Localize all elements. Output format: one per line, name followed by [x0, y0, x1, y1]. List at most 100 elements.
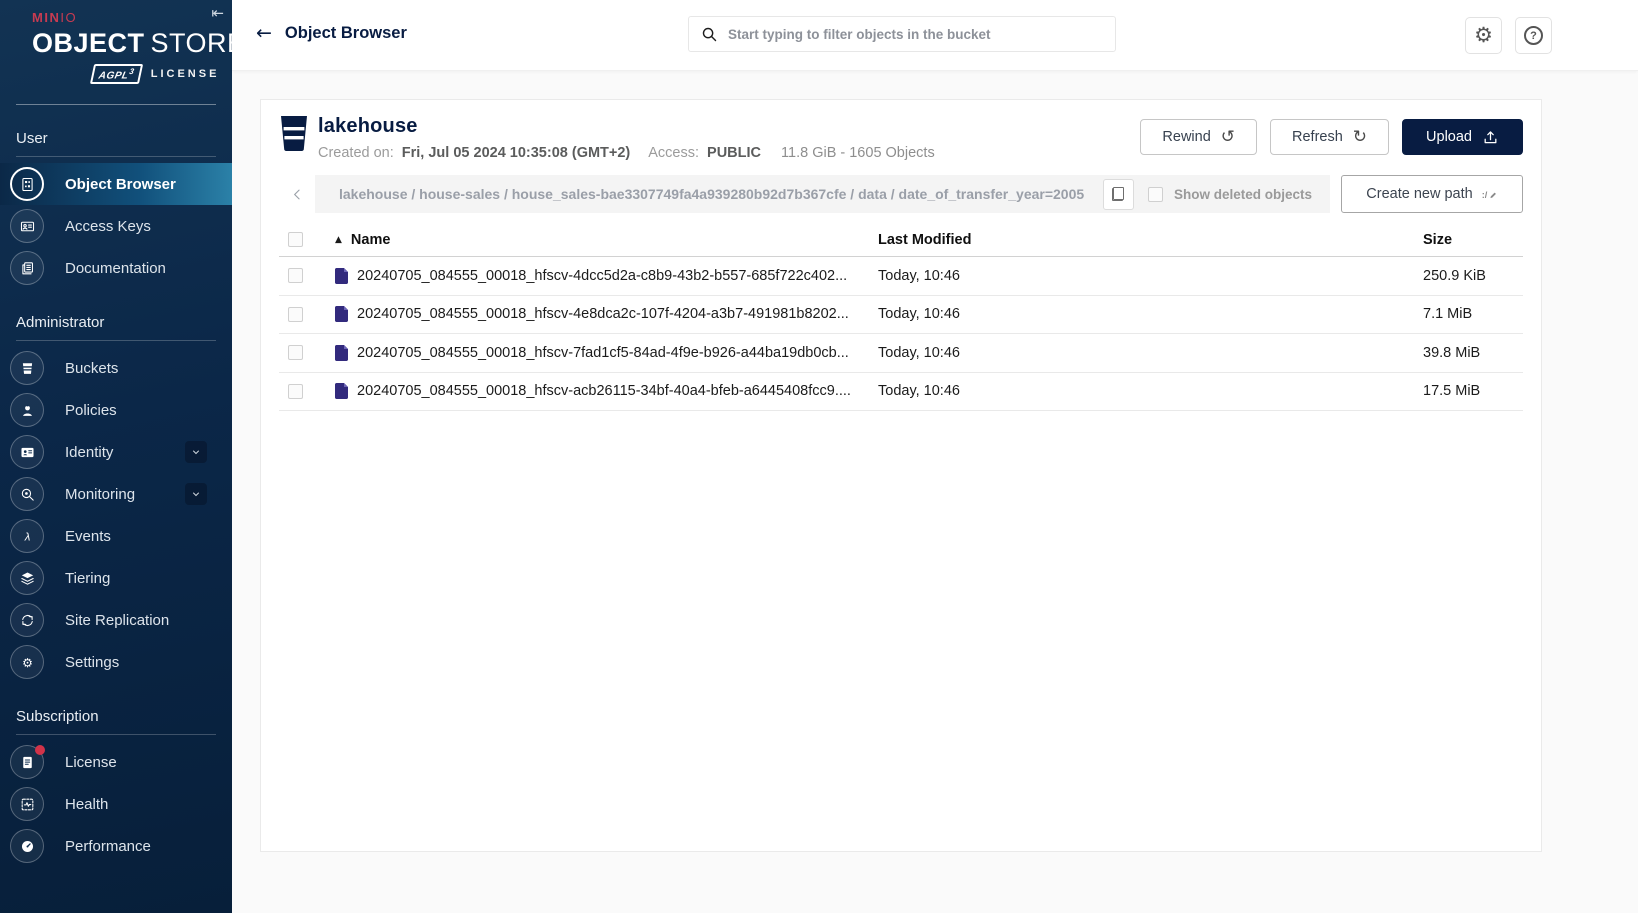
table-row[interactable]: 20240705_084555_00018_hfscv-acb26115-34b…	[279, 373, 1523, 412]
sidebar-collapse-icon[interactable]: ⇤	[211, 4, 224, 22]
bucket-header: lakehouse Created on: Fri, Jul 05 2024 1…	[279, 115, 1523, 161]
copy-path-button[interactable]	[1103, 179, 1134, 210]
column-header-size[interactable]: Size	[1423, 232, 1523, 248]
object-last-modified: Today, 10:46	[878, 345, 1423, 361]
row-checkbox[interactable]	[288, 384, 303, 399]
object-size: 17.5 MiB	[1423, 383, 1523, 399]
gear-icon: ⚙	[1474, 25, 1493, 46]
file-icon	[335, 345, 348, 361]
sidebar-nav: UserObject BrowserAccess KeysDocumentati…	[0, 105, 232, 867]
sidebar-item-label: Events	[65, 528, 111, 545]
sidebar-item-buckets[interactable]: Buckets	[0, 347, 232, 389]
bucket-name: lakehouse	[318, 115, 935, 138]
sidebar-item-events[interactable]: λ Events	[0, 515, 232, 557]
object-name[interactable]: 20240705_084555_00018_hfscv-acb26115-34b…	[357, 383, 851, 399]
sort-ascending-icon: ▲	[335, 235, 342, 245]
bucket-card: lakehouse Created on: Fri, Jul 05 2024 1…	[260, 99, 1542, 852]
table-row[interactable]: 20240705_084555_00018_hfscv-7fad1cf5-84a…	[279, 334, 1523, 373]
sidebar-item-label: License	[65, 754, 117, 771]
sidebar-item-performance[interactable]: Performance	[0, 825, 232, 867]
refresh-icon: ↻	[1353, 127, 1367, 147]
chevron-down-icon[interactable]	[185, 441, 207, 463]
sidebar-item-monitoring[interactable]: Monitoring	[0, 473, 232, 515]
file-icon	[335, 306, 348, 322]
column-header-name[interactable]: ▲ Name	[335, 232, 878, 248]
page-head: ← Object Browser	[256, 22, 407, 44]
top-actions: ⚙ ?	[1465, 17, 1552, 54]
license-label: LICENSE	[151, 68, 220, 80]
chevron-down-icon[interactable]	[185, 483, 207, 505]
monitoring-icon	[10, 477, 44, 511]
content-area: lakehouse Created on: Fri, Jul 05 2024 1…	[232, 71, 1638, 913]
sidebar-item-access-keys[interactable]: Access Keys	[0, 205, 232, 247]
documentation-icon	[10, 251, 44, 285]
buckets-icon	[10, 351, 44, 385]
help-button[interactable]: ?	[1515, 17, 1552, 54]
events-icon: λ	[10, 519, 44, 553]
object-browser-icon	[10, 167, 44, 201]
help-icon: ?	[1524, 26, 1543, 45]
object-name[interactable]: 20240705_084555_00018_hfscv-4dcc5d2a-c8b…	[357, 268, 847, 284]
settings-gear-button[interactable]: ⚙	[1465, 17, 1502, 54]
object-filter-searchbar[interactable]	[688, 16, 1116, 52]
row-checkbox[interactable]	[288, 307, 303, 322]
sidebar-item-label: Settings	[65, 654, 119, 671]
sidebar-section-label: Subscription	[0, 683, 232, 734]
sidebar-item-tiering[interactable]: Tiering	[0, 557, 232, 599]
table-header-row: ▲ Name Last Modified Size	[279, 223, 1523, 257]
rewind-button[interactable]: Rewind ↺	[1140, 119, 1257, 155]
bucket-usage: 11.8 GiB - 1605 Objects	[781, 145, 935, 161]
upload-button[interactable]: Upload	[1402, 119, 1523, 155]
sidebar-item-label: Identity	[65, 444, 113, 461]
column-header-modified[interactable]: Last Modified	[878, 232, 1423, 248]
show-deleted-checkbox[interactable]	[1148, 187, 1163, 202]
svg-text::/: :/	[1481, 190, 1487, 200]
select-all-checkbox[interactable]	[288, 232, 303, 247]
sidebar: ⇤ MINIO OBJECTSTORE AGPL3 LICENSE UserOb…	[0, 0, 232, 913]
refresh-button[interactable]: Refresh ↻	[1270, 119, 1389, 155]
back-arrow-icon[interactable]: ←	[256, 22, 272, 44]
search-input[interactable]	[728, 27, 1103, 42]
object-size: 7.1 MiB	[1423, 306, 1523, 322]
sidebar-section-label: Administrator	[0, 289, 232, 340]
access-keys-icon	[10, 209, 44, 243]
created-label: Created on:	[318, 145, 394, 161]
sidebar-item-object-browser[interactable]: Object Browser	[0, 163, 232, 205]
sidebar-item-label: Health	[65, 796, 108, 813]
object-name[interactable]: 20240705_084555_00018_hfscv-7fad1cf5-84a…	[357, 345, 849, 361]
row-checkbox[interactable]	[288, 268, 303, 283]
sidebar-item-settings[interactable]: ⚙Settings	[0, 641, 232, 683]
page-title: Object Browser	[285, 24, 407, 43]
file-icon	[335, 268, 348, 284]
show-deleted-label: Show deleted objects	[1174, 187, 1312, 202]
sidebar-item-policies[interactable]: Policies	[0, 389, 232, 431]
sidebar-item-label: Monitoring	[65, 486, 135, 503]
sidebar-item-site-replication[interactable]: Site Replication	[0, 599, 232, 641]
row-checkbox[interactable]	[288, 345, 303, 360]
table-row[interactable]: 20240705_084555_00018_hfscv-4dcc5d2a-c8b…	[279, 257, 1523, 296]
object-last-modified: Today, 10:46	[878, 306, 1423, 322]
bucket-actions: Rewind ↺ Refresh ↻ Upload	[1140, 119, 1523, 155]
sidebar-item-identity[interactable]: Identity	[0, 431, 232, 473]
table-body: 20240705_084555_00018_hfscv-4dcc5d2a-c8b…	[279, 257, 1523, 411]
breadcrumb[interactable]: lakehouse / house-sales / house_sales-ba…	[315, 186, 1103, 202]
breadcrumb-back-button[interactable]	[279, 175, 315, 213]
table-row[interactable]: 20240705_084555_00018_hfscv-4e8dca2c-107…	[279, 296, 1523, 335]
access-value[interactable]: PUBLIC	[707, 145, 761, 161]
tiering-icon	[10, 561, 44, 595]
sidebar-item-health[interactable]: Health	[0, 783, 232, 825]
object-name[interactable]: 20240705_084555_00018_hfscv-4e8dca2c-107…	[357, 306, 849, 322]
identity-icon	[10, 435, 44, 469]
sidebar-item-documentation[interactable]: Documentation	[0, 247, 232, 289]
license-badge: AGPL3 LICENSE	[92, 64, 232, 84]
performance-icon	[10, 829, 44, 863]
file-icon	[335, 383, 348, 399]
sidebar-section-divider	[16, 734, 216, 735]
bucket-info: lakehouse Created on: Fri, Jul 05 2024 1…	[318, 115, 935, 161]
create-new-path-button[interactable]: Create new path :/	[1341, 175, 1523, 213]
show-deleted-toggle[interactable]: Show deleted objects	[1148, 187, 1312, 202]
notification-dot	[35, 745, 45, 755]
sidebar-item-license[interactable]: License	[0, 741, 232, 783]
product-name: OBJECTSTORE	[32, 28, 232, 59]
sidebar-item-label: Tiering	[65, 570, 110, 587]
